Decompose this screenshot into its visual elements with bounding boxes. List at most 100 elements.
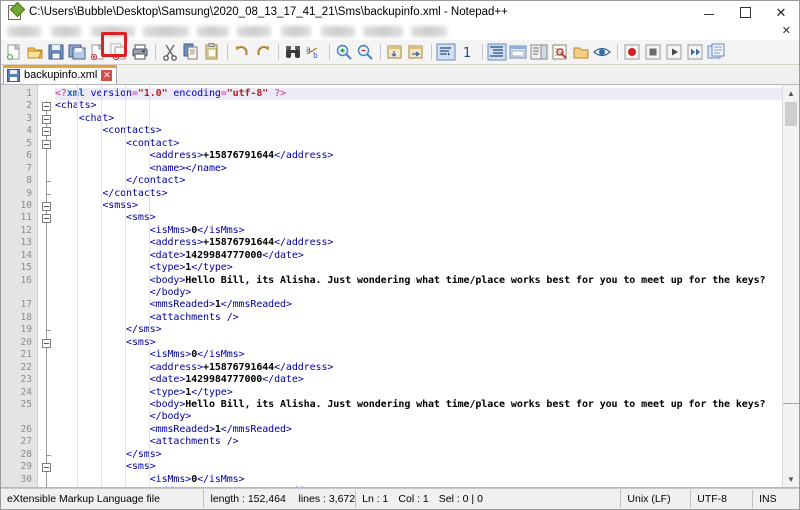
print-button[interactable] [130,42,150,62]
fold-slot[interactable] [38,449,55,461]
monitoring-button[interactable] [592,42,612,62]
copy-button[interactable] [181,42,201,62]
fold-slot[interactable] [38,175,55,187]
fold-collapse-icon[interactable] [42,214,51,224]
tab-backupinfo-xml[interactable]: backupinfo.xml ✕ [3,65,118,84]
fold-slot[interactable] [38,324,55,336]
menu-item-blurred-3[interactable] [91,26,135,37]
fold-collapse-icon[interactable] [42,102,51,112]
fold-collapse-icon[interactable] [42,114,51,124]
code-line[interactable]: <?xml version="1.0" encoding="utf-8" ?> [55,88,782,101]
fold-slot[interactable] [38,113,55,125]
fold-collapse-icon[interactable] [42,139,51,149]
code-line[interactable]: <mmsReaded>1</mmsReaded> [55,299,782,311]
menu-item-blurred-4[interactable] [143,26,189,37]
fold-slot[interactable] [38,138,55,150]
save-button[interactable] [46,42,66,62]
close-document-button[interactable] [88,42,108,62]
close-window-button[interactable]: ✕ [763,1,799,23]
code-line-wrapped[interactable]: </body> [55,411,782,423]
code-line[interactable]: <attachments /> [55,312,782,324]
fold-collapse-icon[interactable] [42,127,51,137]
code-line[interactable]: <date>1429984777000</date> [55,250,782,262]
document-map-button[interactable] [529,42,549,62]
menu-item-blurred-7[interactable] [281,26,311,37]
menu-item-blurred-1[interactable] [7,26,41,37]
fold-collapse-icon[interactable] [42,463,51,473]
code-line[interactable]: </contacts> [55,188,782,200]
code-line[interactable]: <type>1</type> [55,262,782,274]
zoom-in-button[interactable] [334,42,354,62]
menu-item-blurred-2[interactable] [51,26,81,37]
fold-slot[interactable] [38,200,55,212]
minimize-button[interactable] [691,1,727,23]
function-list-button[interactable] [550,42,570,62]
fold-slot[interactable] [38,125,55,137]
scroll-up-arrow[interactable]: ▲ [783,85,799,101]
replace-button[interactable]: ab [304,42,324,62]
code-line[interactable]: <smss> [55,200,782,212]
code-content[interactable]: <?xml version="1.0" encoding="utf-8" ?> <… [55,85,782,487]
code-line[interactable]: <mmsReaded>1</mmsReaded> [55,424,782,436]
vertical-scrollbar[interactable]: ▲ ▼ [782,85,799,487]
code-line[interactable]: <sms> [55,212,782,224]
scroll-down-arrow[interactable]: ▼ [783,471,799,487]
fold-slot[interactable] [38,188,55,200]
code-line[interactable]: <contacts> [55,125,782,137]
code-line[interactable]: <date>1429984777000</date> [55,374,782,386]
macro-record-button[interactable] [622,42,642,62]
macro-playback-button[interactable] [664,42,684,62]
udl-dialog-button[interactable] [508,42,528,62]
sync-horizontal-scrolling-button[interactable] [406,42,426,62]
fold-slot[interactable] [38,212,55,224]
code-line[interactable]: <isMms>0</isMms> [55,225,782,237]
code-line[interactable]: <contact> [55,138,782,150]
find-button[interactable] [283,42,303,62]
save-macro-button[interactable] [706,42,726,62]
tab-close-icon[interactable]: ✕ [101,69,113,81]
code-line[interactable]: <address>+15876791644</address> [55,362,782,374]
fold-slot[interactable] [38,337,55,349]
resize-grip[interactable] [787,493,799,505]
open-folder-button[interactable] [25,42,45,62]
macro-run-multiple-button[interactable] [685,42,705,62]
code-line[interactable]: <isMms>0</isMms> [55,349,782,361]
menu-item-blurred-6[interactable] [237,26,271,37]
menu-bar[interactable]: ✕ [1,23,799,40]
code-line[interactable]: <address>+15876791644</address> [55,486,782,487]
code-line[interactable]: <chats> [55,100,782,112]
save-all-button[interactable] [67,42,87,62]
zoom-out-button[interactable] [355,42,375,62]
code-line[interactable]: <body>Hello Bill, its Alisha. Just wonde… [55,275,782,287]
word-wrap-button[interactable] [436,42,456,62]
indent-guide-button[interactable] [487,42,507,62]
code-line[interactable]: <attachments /> [55,436,782,448]
code-line-wrapped[interactable]: </body> [55,287,782,299]
sync-vertical-scrolling-button[interactable] [385,42,405,62]
folder-workspace-button[interactable] [571,42,591,62]
paste-button[interactable] [202,42,222,62]
code-line[interactable]: <sms> [55,337,782,349]
code-line[interactable]: <chat> [55,113,782,125]
code-line[interactable]: <sms> [55,461,782,473]
macro-stop-button[interactable] [643,42,663,62]
code-line[interactable]: <type>1</type> [55,387,782,399]
scrollbar-thumb[interactable] [785,102,797,126]
code-line[interactable]: <body>Hello Bill, its Alisha. Just wonde… [55,399,782,411]
fold-margin[interactable] [38,85,55,487]
code-line[interactable]: <isMms>0</isMms> [55,474,782,486]
maximize-button[interactable] [727,1,763,23]
fold-collapse-icon[interactable] [42,338,51,348]
menu-item-blurred-10[interactable] [411,26,447,37]
fold-slot[interactable] [38,461,55,473]
code-line[interactable]: <name></name> [55,163,782,175]
code-line[interactable]: <address>+15876791644</address> [55,150,782,162]
code-line[interactable]: </sms> [55,324,782,336]
menu-item-blurred-9[interactable] [363,26,403,37]
undo-button[interactable] [232,42,252,62]
show-all-characters-button[interactable]: 1 [457,42,477,62]
code-line[interactable]: <address>+15876791644</address> [55,237,782,249]
close-document-x[interactable]: ✕ [782,24,791,37]
fold-slot[interactable] [38,100,55,112]
code-line[interactable]: </contact> [55,175,782,187]
